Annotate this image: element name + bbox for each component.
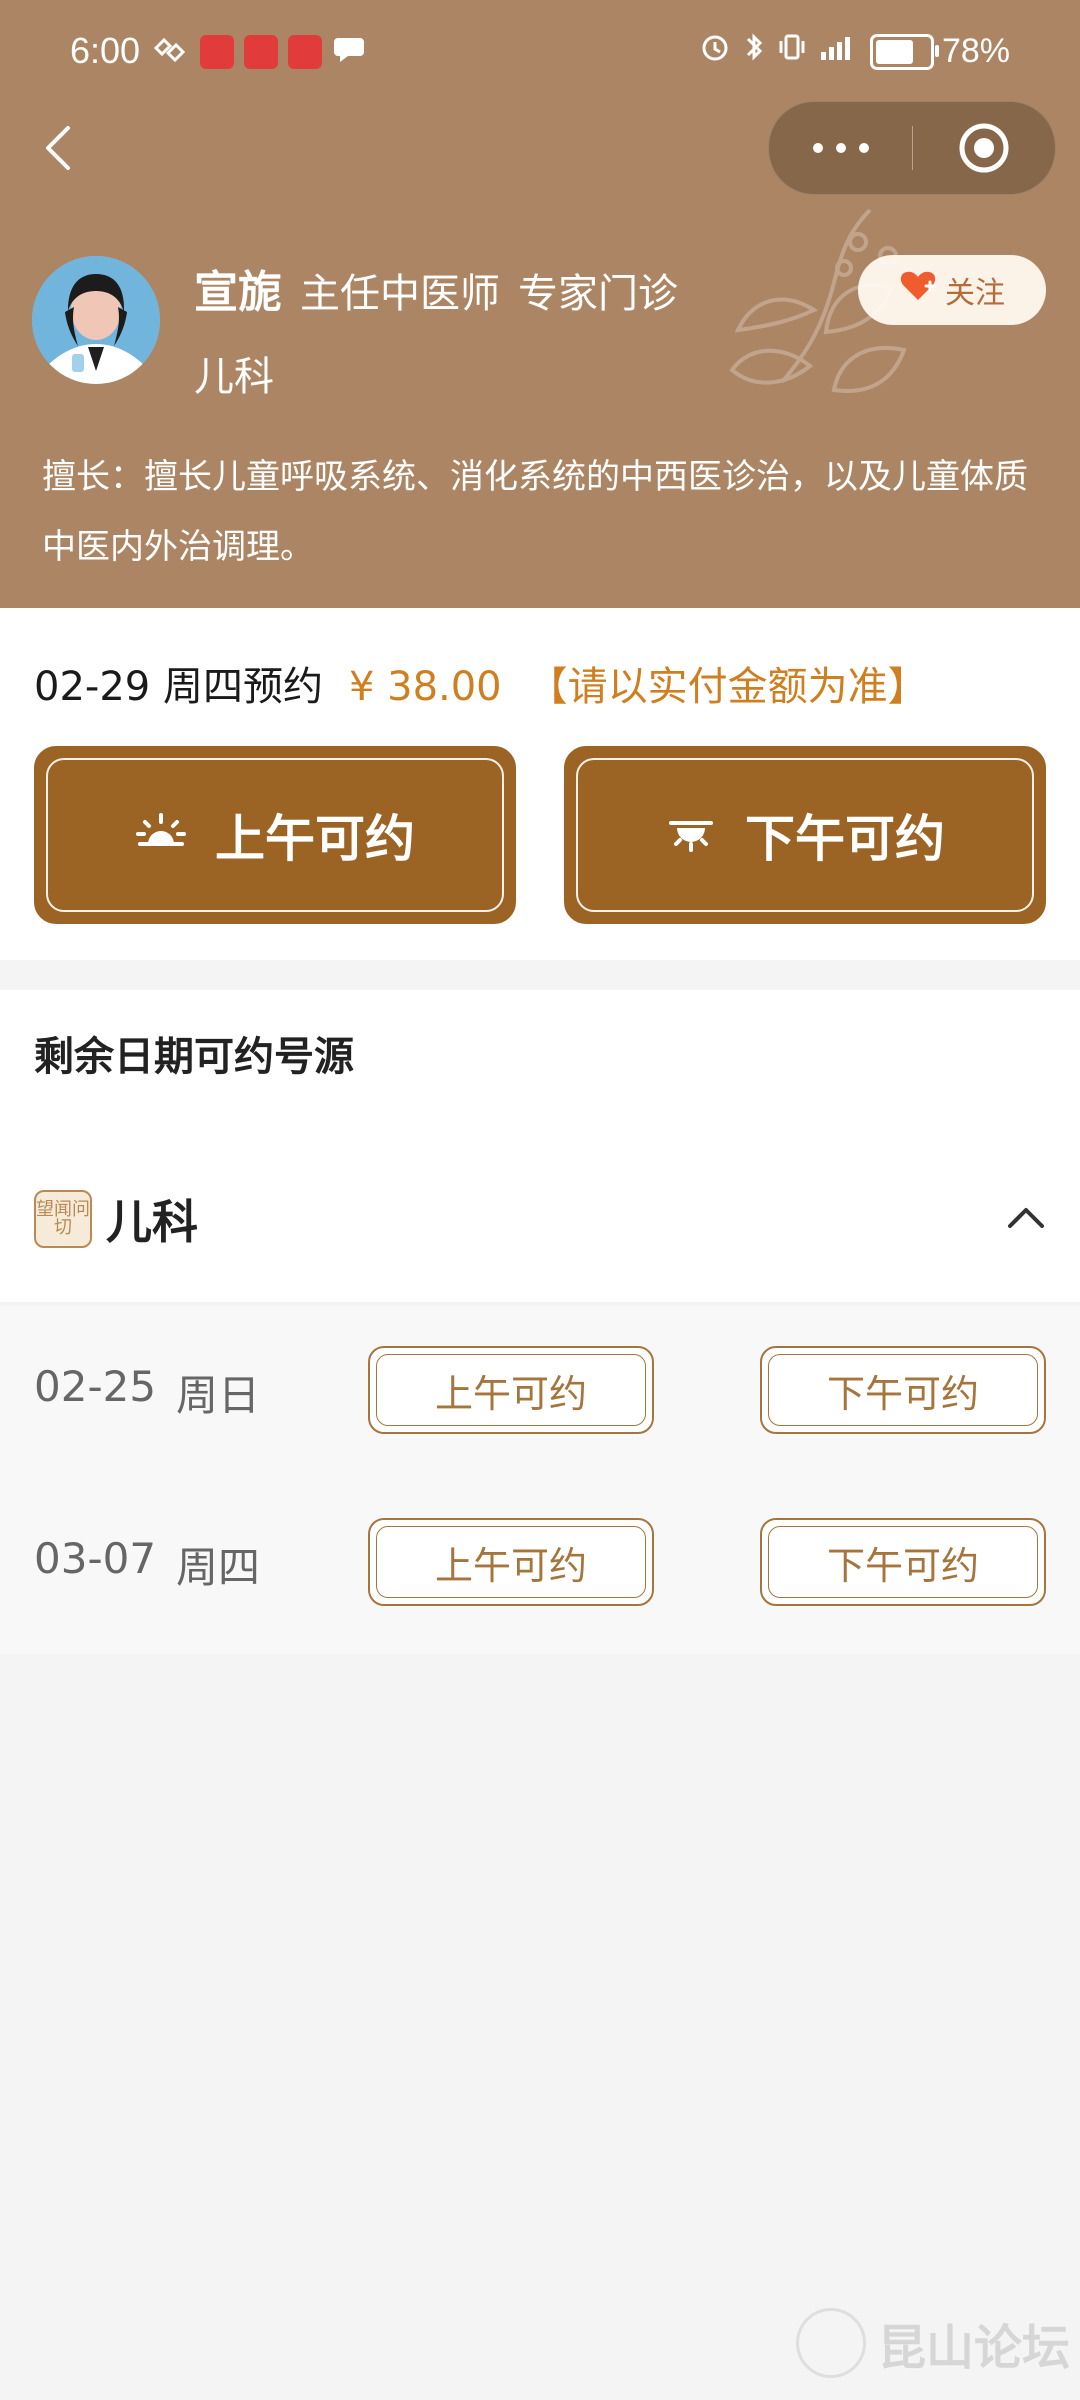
afternoon-slot-button[interactable]: 下午可约	[760, 1518, 1046, 1606]
notification-icons	[152, 30, 366, 73]
doctor-header: 6:00 78% 宣旎 主任中医师 专家门诊 儿科 关注 擅长：擅长儿童呼吸系统…	[0, 0, 1080, 608]
department-icon-text: 望闻问切	[36, 1199, 90, 1238]
schedule-date-value: 03-07	[34, 1534, 157, 1583]
schedule-date-value: 02-25	[34, 1362, 157, 1411]
schedule-row: 02-25 周日 上午可约 下午可约	[0, 1306, 1080, 1476]
app-notification-icon	[244, 34, 278, 69]
battery-icon	[869, 33, 939, 70]
close-mini-program-button[interactable]	[913, 102, 1055, 194]
battery-indicator: 78%	[869, 32, 1010, 71]
watermark-text: 昆山论坛	[877, 2320, 1070, 2376]
morning-slot-button[interactable]: 上午可约	[368, 1346, 654, 1434]
follow-label: 关注	[945, 276, 1005, 311]
remaining-slots-section: 剩余日期可约号源 望闻问切 儿科	[0, 990, 1080, 1302]
status-right: 78%	[698, 30, 1010, 73]
mini-program-capsule	[768, 101, 1056, 195]
schedule-weekday: 周四	[176, 1543, 261, 1592]
appointment-date: 02-29 周四预约	[34, 664, 323, 710]
back-button[interactable]	[38, 118, 80, 178]
department-name: 儿科	[106, 1195, 198, 1249]
morning-slot-label: 上午可约	[434, 1543, 587, 1588]
doctor-avatar	[32, 256, 160, 384]
remaining-slots-title: 剩余日期可约号源	[34, 1034, 354, 1080]
chat-icon	[332, 30, 366, 73]
traditional-medicine-icon: 望闻问切	[34, 1190, 92, 1248]
battery-percent: 78%	[941, 32, 1010, 70]
status-time: 6:00	[70, 30, 141, 71]
sunrise-icon	[135, 810, 187, 860]
afternoon-appointment-label: 下午可约	[745, 810, 945, 868]
sunset-icon	[665, 810, 717, 860]
payment-note: 【请以实付金额为准】	[527, 664, 928, 710]
morning-appointment-button[interactable]: 上午可约	[34, 746, 516, 924]
morning-slot-label: 上午可约	[434, 1371, 587, 1416]
signal-icon	[818, 32, 860, 71]
more-menu-button[interactable]	[769, 102, 912, 194]
morning-slot-button[interactable]: 上午可约	[368, 1518, 654, 1606]
doctor-summary: 宣旎 主任中医师 专家门诊	[194, 256, 678, 320]
department-collapse-row[interactable]: 望闻问切 儿科	[34, 1186, 1046, 1260]
doctor-department: 儿科	[194, 354, 274, 400]
morning-appointment-label: 上午可约	[215, 810, 415, 868]
vibrate-icon	[776, 30, 808, 73]
schedule-weekday: 周日	[176, 1371, 261, 1420]
afternoon-slot-button[interactable]: 下午可约	[760, 1346, 1046, 1434]
alarm-icon	[698, 30, 732, 73]
app-notification-icon	[200, 34, 234, 69]
forum-logo-icon	[795, 2308, 866, 2378]
afternoon-slot-label: 下午可约	[826, 1543, 979, 1588]
schedule-date: 02-25 周日	[34, 1362, 260, 1423]
schedule-list: 02-25 周日 上午可约 下午可约 03-07 周四 上午可约 下午可约	[0, 1306, 1080, 1654]
appointment-card: 02-29 周四预约 ¥ 38.00 【请以实付金额为准】 上午可约 下午可约	[0, 608, 1080, 960]
doctor-expertise: 擅长：擅长儿童呼吸系统、消化系统的中西医诊治，以及儿童体质中医内外治调理。	[42, 457, 1028, 567]
app-notification-icon	[288, 34, 322, 69]
watermark: 昆山论坛	[795, 2308, 1070, 2378]
appointment-summary: 02-29 周四预约 ¥ 38.00 【请以实付金额为准】	[34, 654, 928, 712]
link-icon	[152, 32, 190, 72]
flower-decoration-icon	[729, 208, 907, 393]
schedule-date: 03-07 周四	[34, 1534, 260, 1595]
schedule-row: 03-07 周四 上午可约 下午可约	[0, 1478, 1080, 1648]
doctor-name: 宣旎	[194, 267, 282, 318]
doctor-title: 主任中医师	[300, 271, 500, 317]
afternoon-appointment-button[interactable]: 下午可约	[564, 746, 1046, 924]
status-bar: 6:00 78%	[0, 0, 1080, 100]
doctor-clinic: 专家门诊	[518, 271, 678, 317]
appointment-price: ¥ 38.00	[348, 664, 502, 710]
battery-level	[875, 39, 914, 64]
bluetooth-icon	[742, 30, 766, 73]
chevron-up-icon[interactable]	[1006, 1198, 1046, 1238]
afternoon-slot-label: 下午可约	[826, 1371, 979, 1416]
